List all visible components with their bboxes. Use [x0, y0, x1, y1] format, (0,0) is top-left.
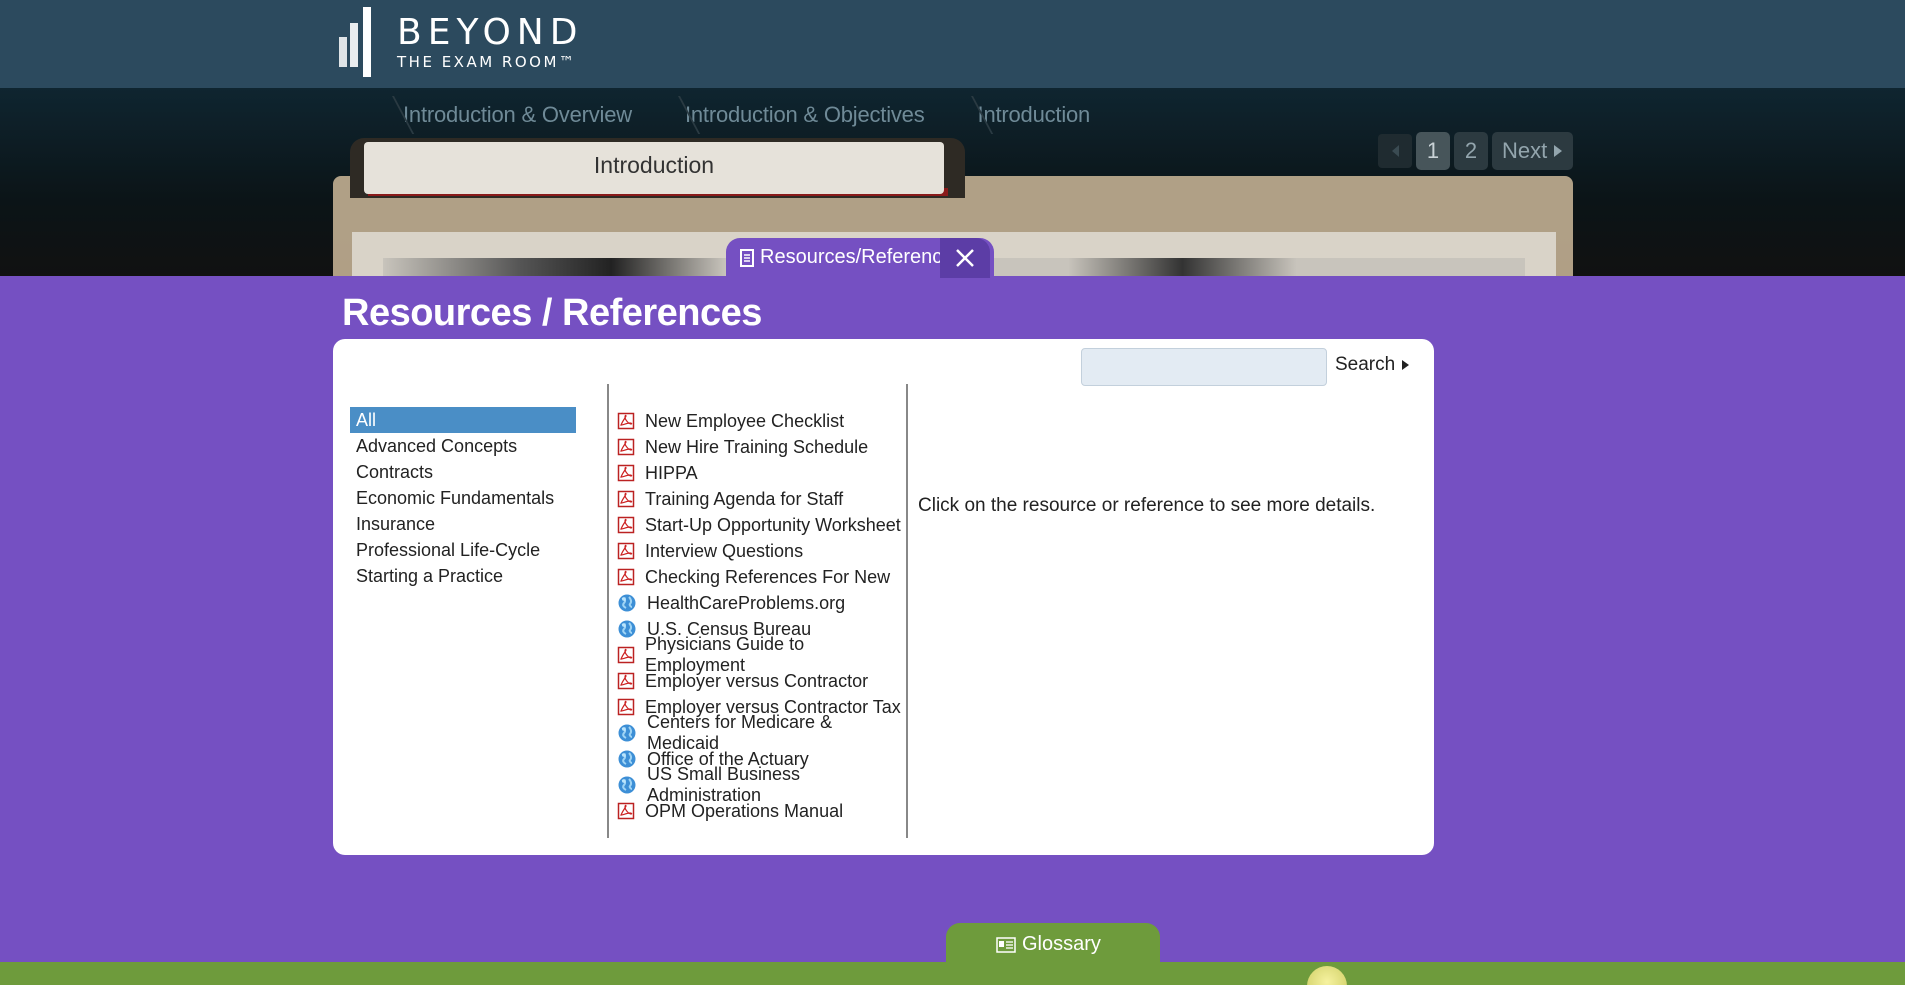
pdf-icon — [617, 516, 635, 534]
previous-page-button[interactable] — [1378, 134, 1412, 168]
resource-label: New Employee Checklist — [645, 410, 845, 431]
globe-icon — [618, 776, 636, 794]
pdf-icon — [617, 542, 635, 560]
resource-label: Start-Up Opportunity Worksheet — [645, 514, 901, 535]
resource-label: Checking References For New — [645, 566, 891, 587]
search-button[interactable]: Search — [1335, 354, 1410, 376]
resource-list: New Employee Checklist New Hire Training … — [617, 408, 902, 824]
pdf-icon — [617, 568, 635, 586]
resource-item[interactable]: New Employee Checklist — [617, 408, 902, 434]
resource-item[interactable]: Interview Questions — [617, 538, 902, 564]
glossary-icon — [996, 936, 1016, 953]
resource-item[interactable]: New Hire Training Schedule — [617, 434, 902, 460]
pdf-icon — [617, 412, 635, 430]
brand-logo[interactable]: BEYOND THE EXAM ROOM™ — [335, 5, 595, 80]
details-hint: Click on the resource or reference to se… — [918, 495, 1376, 516]
category-item[interactable]: Economic Fundamentals — [350, 485, 576, 511]
close-panel-button[interactable] — [940, 238, 990, 278]
play-arrow-icon — [1402, 360, 1410, 370]
glossary-bar — [0, 962, 1905, 985]
pdf-icon — [617, 672, 635, 690]
pdf-icon — [617, 438, 635, 456]
resource-label: Employer versus Contractor — [645, 670, 869, 691]
document-icon — [740, 248, 754, 267]
category-list: All Advanced Concepts Contracts Economic Fu… — [350, 407, 576, 589]
lesson-tab-title: Introduction — [593, 152, 715, 178]
resource-item[interactable]: Start-Up Opportunity Worksheet — [617, 512, 902, 538]
resource-item[interactable]: Checking References For New — [617, 564, 902, 590]
globe-icon — [618, 724, 636, 742]
resource-item[interactable]: HealthCareProblems.org — [617, 590, 902, 616]
panel-title: Resources / References — [342, 292, 762, 334]
column-divider — [906, 384, 908, 838]
globe-icon — [618, 750, 636, 768]
close-icon — [956, 249, 974, 267]
pdf-icon — [617, 646, 635, 664]
resources-tab-label: Resources/References — [760, 246, 964, 268]
resource-item[interactable]: Employer versus Contractor — [617, 668, 902, 694]
resource-label: Training Agenda for Staff — [645, 488, 844, 509]
search-input[interactable] — [1081, 348, 1327, 386]
page-2-button[interactable]: 2 — [1454, 132, 1488, 170]
resource-label: HIPPA — [645, 462, 698, 483]
resource-item[interactable]: Centers for Medicare & Medicaid — [617, 712, 902, 753]
globe-icon — [618, 620, 636, 638]
resource-label: OPM Operations Manual — [645, 800, 844, 821]
resource-item[interactable]: Training Agenda for Staff — [617, 486, 902, 512]
category-item[interactable]: Advanced Concepts — [350, 433, 576, 459]
breadcrumb-item: Introduction — [945, 100, 1111, 130]
resource-label: HealthCareProblems.org — [647, 592, 846, 613]
category-item[interactable]: Professional Life-Cycle — [350, 537, 576, 563]
category-item[interactable]: Contracts — [350, 459, 576, 485]
page-1-button[interactable]: 1 — [1416, 132, 1450, 170]
next-page-button[interactable]: Next — [1492, 132, 1574, 170]
pdf-icon — [617, 698, 635, 716]
logo-icon — [335, 7, 385, 79]
resource-item[interactable]: US Small Business Administration — [617, 764, 902, 805]
brand-name: BEYOND — [397, 12, 584, 53]
next-label: Next — [1502, 138, 1548, 163]
glossary-label: Glossary — [1022, 933, 1101, 955]
page-navigator: 1 2 Next — [1378, 132, 1574, 170]
column-divider — [607, 384, 609, 838]
pdf-icon — [617, 490, 635, 508]
category-item[interactable]: Starting a Practice — [350, 563, 576, 589]
resource-label: Interview Questions — [645, 540, 804, 561]
resources-tab[interactable]: Resources/References — [726, 238, 994, 278]
globe-icon — [618, 594, 636, 612]
pdf-icon — [617, 464, 635, 482]
category-item[interactable]: Insurance — [350, 511, 576, 537]
pdf-icon — [617, 802, 635, 820]
glossary-tab[interactable]: Glossary — [946, 923, 1160, 965]
breadcrumb-item[interactable]: Introduction & Objectives — [652, 100, 945, 130]
breadcrumb: Introduction & Overview Introduction & O… — [370, 100, 1110, 130]
chevron-left-icon — [1392, 145, 1399, 157]
top-header: BEYOND THE EXAM ROOM™ — [0, 0, 1905, 88]
chevron-right-icon — [1554, 145, 1563, 157]
resource-item[interactable]: Physicians Guide to Employment — [617, 634, 902, 675]
resource-label: New Hire Training Schedule — [645, 436, 869, 457]
search-label: Search — [1335, 354, 1396, 375]
brand-tagline: THE EXAM ROOM™ — [397, 53, 577, 71]
category-item[interactable]: All — [350, 407, 576, 433]
resource-item[interactable]: HIPPA — [617, 460, 902, 486]
breadcrumb-item[interactable]: Introduction & Overview — [370, 100, 652, 130]
